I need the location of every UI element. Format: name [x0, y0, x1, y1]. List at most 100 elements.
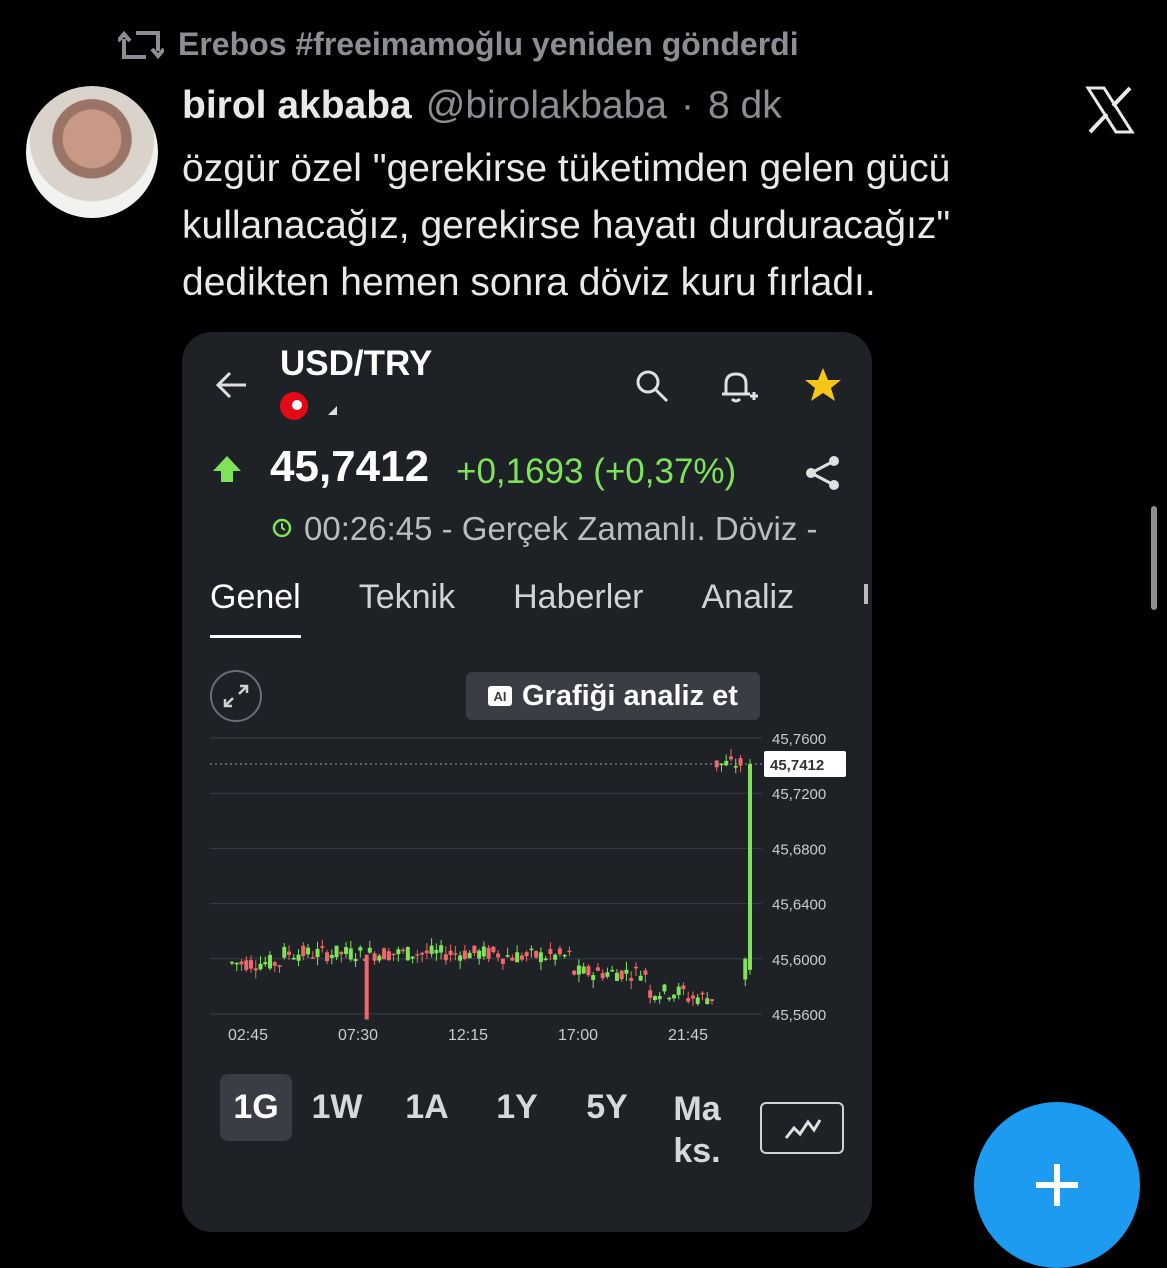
candle-body [296, 954, 301, 961]
x-tick-label: 21:45 [668, 1027, 708, 1044]
candle-body [705, 998, 710, 1005]
candle-body [420, 952, 425, 955]
candle-body [619, 970, 624, 980]
candle-body [268, 954, 273, 969]
period-5y[interactable]: 5Y [562, 1074, 652, 1141]
author-handle[interactable]: @birolakbaba [426, 84, 667, 128]
candle-body [738, 758, 743, 766]
period-1y[interactable]: 1Y [472, 1074, 562, 1141]
favorite-star-icon[interactable] [804, 366, 842, 404]
candle-body [743, 958, 748, 980]
candle-body [686, 998, 691, 1002]
avatar[interactable] [26, 86, 158, 218]
candle-body [410, 956, 415, 959]
x-tick-label: 17:00 [558, 1027, 598, 1044]
candle-body [748, 763, 752, 970]
embedded-screenshot[interactable]: USD/TRY 45,7412 +0,1693 (+0,37%) 00:26:4… [182, 332, 872, 1232]
candle-body [519, 955, 524, 960]
plus-icon [1036, 1164, 1078, 1206]
tab-teknik[interactable]: Teknik [359, 578, 455, 638]
candle-body [505, 955, 510, 957]
candle-body [364, 954, 369, 1020]
share-icon[interactable] [804, 454, 842, 492]
candle-body [358, 947, 363, 951]
candle-body [301, 945, 306, 957]
candle-body [477, 950, 482, 959]
y-tick-label: 45,7600 [772, 731, 826, 748]
tab-genel[interactable]: Genel [210, 578, 301, 638]
price-change: +0,1693 (+0,37%) [456, 452, 737, 491]
back-arrow-icon[interactable] [214, 368, 248, 402]
candle-body [690, 995, 695, 999]
candle-body [572, 970, 577, 975]
candle-body [462, 950, 467, 960]
price-chart[interactable]: 45,7600 45,7200 45,6800 45,6400 45,6000 45,56… [206, 728, 850, 1048]
candle-body [382, 948, 387, 960]
price-up-arrow-icon [213, 456, 241, 482]
candle-body [339, 951, 344, 955]
candle-body [719, 763, 724, 766]
period-1a[interactable]: 1A [382, 1074, 472, 1141]
candle-body [595, 967, 600, 971]
period-1w[interactable]: 1W [292, 1074, 382, 1141]
search-icon[interactable] [634, 368, 670, 404]
chart-type-button[interactable] [760, 1102, 844, 1154]
candle-body [496, 953, 501, 958]
candle-body [591, 975, 596, 981]
candle-body [576, 965, 581, 975]
x-tick-label: 07:30 [338, 1027, 378, 1044]
candle-body [325, 952, 330, 962]
candle-body [714, 760, 719, 768]
candle-body [291, 957, 296, 960]
candle-body [258, 963, 263, 970]
period-1g[interactable]: 1G [220, 1074, 292, 1141]
candle-body [491, 946, 496, 953]
x-logo-icon[interactable] [1084, 84, 1136, 136]
repost-header[interactable]: Erebos #freeimamoğlu yeniden gönderdi [118, 26, 799, 63]
candle-body [253, 968, 258, 971]
candle-body [244, 960, 249, 970]
candle-body [377, 955, 382, 961]
analyze-chart-button[interactable]: AI Grafiği analiz et [466, 672, 760, 720]
candle-body [638, 975, 643, 981]
candle-body [458, 955, 463, 961]
expand-icon [223, 684, 249, 708]
tweet-line: dedikten hemen sonra döviz kuru fırladı. [182, 261, 876, 304]
add-alert-bell-icon[interactable] [718, 366, 758, 406]
candle-body [453, 953, 458, 955]
y-tick-label: 45,6400 [772, 897, 826, 914]
line-chart-icon [784, 1119, 822, 1139]
caret-icon [328, 406, 337, 415]
realtime-status: 00:26:45 - Gerçek Zamanlı. Döviz - [304, 510, 818, 547]
separator-dot: · [680, 84, 694, 127]
candle-body [553, 954, 558, 960]
tweet-time[interactable]: 8 dk [708, 84, 782, 128]
candle-body [534, 951, 539, 958]
tab-analiz[interactable]: Analiz [702, 578, 795, 638]
candle-body [429, 945, 434, 954]
candle-body [624, 969, 629, 974]
current-price: 45,7412 [270, 442, 430, 491]
current-price-label: 45,7412 [770, 757, 824, 774]
tab-haberler[interactable]: Haberler [513, 578, 643, 638]
author-name[interactable]: birol akbaba [182, 84, 412, 128]
candle-body [405, 946, 410, 961]
candle-body [386, 951, 391, 961]
candle-body [567, 950, 572, 953]
page-scrollbar[interactable] [1151, 506, 1157, 610]
currency-pair-title: USD/TRY [280, 344, 433, 383]
candle-body [643, 970, 648, 975]
candle-body [353, 959, 358, 962]
fullscreen-button[interactable] [210, 670, 262, 722]
candle-body [586, 966, 591, 976]
turkey-flag-icon [280, 392, 308, 420]
period-maks[interactable]: Ma ks. [652, 1074, 742, 1186]
candle-body [695, 997, 700, 1004]
candle-body [334, 945, 339, 958]
candle-body [287, 951, 292, 955]
candle-body [448, 950, 453, 956]
clock-icon [272, 518, 292, 538]
candle-body [249, 960, 254, 969]
candle-body [348, 948, 353, 960]
candle-body [671, 994, 676, 999]
